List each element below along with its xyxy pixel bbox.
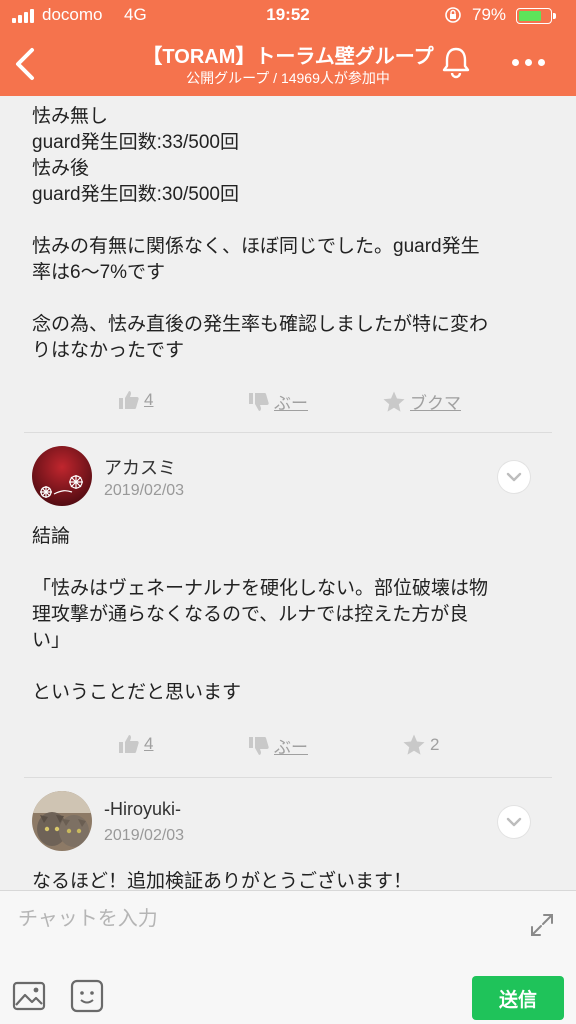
post-line [32,550,542,576]
post-line: なるほど！追加検証ありがとうございます！ [32,871,413,890]
like-count: 4 [144,734,154,753]
post-line [32,208,542,234]
like-count: 4 [144,390,154,409]
post-line: い」 [32,630,71,651]
bookmark-button[interactable]: 2 [402,733,439,757]
post-2-body: 結論 「怯みはヴェネーナルナを硬化しない。部位破壊は物 理攻撃が通らなくなるので… [32,524,542,706]
chat-composer: 送信 [0,890,576,1024]
post-line: 理攻撃が通らなくなるので、ルナでは控えた方が良 [32,604,469,625]
post-divider [24,777,552,778]
boo-button[interactable]: ぶー [248,733,308,758]
avatar[interactable] [32,791,92,851]
post-date: 2019/02/03 [104,827,185,844]
group-title: 【TORAM】トーラム壁グループ [142,46,434,68]
post-1-body: 怯み無し guard発生回数:33/500回 怯み後 guard発生回数:30/… [32,104,542,364]
post-line: 怯み無し [32,106,109,127]
boo-label: ぶー [274,394,308,413]
chat-input[interactable] [18,901,508,937]
rotation-lock-icon [445,7,461,23]
group-subtitle: 公開グループ / 14969人が参加中 [186,70,390,86]
boo-button[interactable]: ぶー [248,389,308,414]
bookmark-button[interactable]: ブクマ [382,389,461,414]
thumbs-up-icon [119,391,139,409]
post-2-reactions: 4 ぶー 2 [0,733,576,763]
thumbs-up-icon [119,735,139,753]
like-button[interactable]: 4 [118,733,153,755]
avatar[interactable] [32,446,92,506]
bell-icon[interactable] [438,44,474,80]
post-line [32,286,542,312]
post-line [32,654,542,680]
author-name[interactable]: -Hiroyuki- [104,799,181,820]
image-icon[interactable] [12,981,46,1011]
post-3-body: なるほど！追加検証ありがとうございます！ [32,869,542,890]
app-header: docomo 4G 19:52 79% 【TORAM】トーラム壁グループ 公開グ… [0,0,576,96]
post-line: 怯み後 [32,158,90,179]
post-line: 「怯みはヴェネーナルナを硬化しない。部位破壊は物 [32,578,489,599]
thumbs-down-icon [249,736,269,755]
more-dots-icon[interactable] [512,52,552,72]
expand-icon[interactable] [528,911,556,939]
post-line: 率は6〜7%です [32,262,166,283]
star-icon [383,391,405,412]
thumbs-down-icon [249,392,269,411]
post-line: 怯みの有無に関係なく、ほぼ同じでした。guard発生 [32,236,480,257]
post-1-reactions: 4 ぶー ブクマ [0,389,576,419]
battery-percentage: 79% [472,5,507,24]
like-button[interactable]: 4 [118,389,153,411]
post-line: ということだと思います [32,682,242,703]
post-line: guard発生回数:30/500回 [32,184,239,205]
post-divider [24,432,552,433]
post-line: 念の為、怯み直後の発生率も確認しましたが特に変わ [32,314,489,335]
status-bar: docomo 4G 19:52 79% [0,0,576,30]
boo-label: ぶー [274,738,308,757]
chevron-down-icon[interactable] [498,461,530,493]
post-line: guard発生回数:33/500回 [32,132,239,153]
send-button[interactable]: 送信 [472,976,564,1020]
chevron-down-icon[interactable] [498,806,530,838]
sticker-icon[interactable] [70,979,104,1013]
bookmark-label: ブクマ [410,394,461,413]
message-timeline[interactable]: 怯み無し guard発生回数:33/500回 怯み後 guard発生回数:30/… [0,96,576,890]
post-line: 結論 [32,526,71,547]
bookmark-count: 2 [430,735,440,754]
author-name[interactable]: アカスミ [104,454,176,480]
battery-level-fill [519,11,542,21]
battery-icon [516,8,556,24]
star-icon [403,734,425,755]
post-line: りはなかったです [32,340,185,361]
post-date: 2019/02/03 [104,482,185,499]
